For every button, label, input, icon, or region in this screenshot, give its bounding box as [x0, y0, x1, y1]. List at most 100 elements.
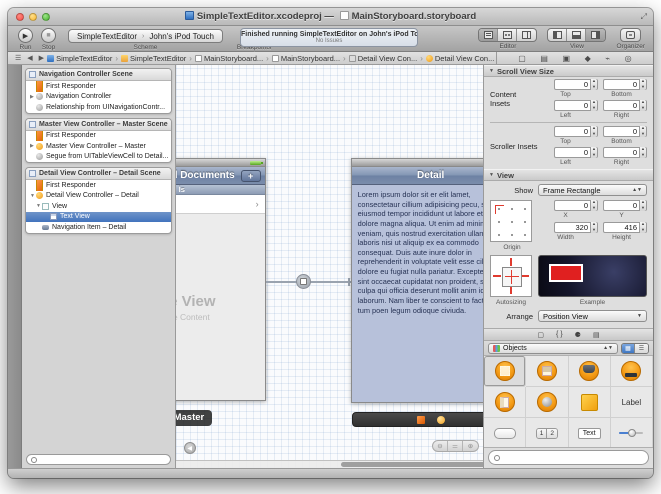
run-button[interactable]: ▶	[18, 28, 33, 43]
stepper[interactable]: ▲▼	[639, 222, 646, 233]
media-library-icon[interactable]: ▤	[593, 331, 600, 339]
stepper[interactable]: ▲▼	[639, 147, 646, 158]
view-section-header[interactable]: ▼ View	[484, 169, 653, 181]
stepper[interactable]: ▲▼	[590, 100, 597, 111]
table-section-header[interactable]: ls	[176, 185, 265, 195]
outline-item-view[interactable]: ▼View	[26, 201, 171, 212]
detail-navigation-bar[interactable]: Detail	[352, 167, 483, 185]
text-view[interactable]: Lorem ipsum dolor sit er elit lamet, con…	[352, 185, 483, 402]
utilities-toggle-button[interactable]	[586, 29, 605, 41]
scroller-inset-left-field[interactable]: 0▲▼	[554, 147, 598, 158]
arrange-popup-button[interactable]: Position View ▼	[538, 310, 647, 322]
breadcrumb-storyboard[interactable]: MainStoryboard...	[195, 54, 263, 63]
outline-item-relationship[interactable]: Relationship from UINavigationContr...	[26, 102, 171, 113]
file-template-library-icon[interactable]: ▢	[537, 331, 544, 339]
object-round-rect-button[interactable]	[484, 418, 526, 448]
outline-item-navigation-item[interactable]: Navigation Item – Detail	[26, 222, 171, 233]
view-controller-icon[interactable]	[437, 416, 445, 424]
master-scene-dock-label[interactable]: Controller – Master	[176, 410, 213, 426]
breadcrumb-view-controller[interactable]: Detail View Con...	[426, 54, 494, 63]
stepper[interactable]: ▲▼	[590, 147, 597, 158]
x-field[interactable]: 0▲▼	[554, 200, 598, 211]
back-icon[interactable]: ◀	[27, 54, 32, 62]
object-table-view-controller[interactable]	[526, 356, 568, 387]
detail-view-controller-scene[interactable]: Detail Lorem ipsum dolor sit er elit lam…	[351, 158, 483, 403]
storyboard-canvas[interactable]: d Documents + ls › ble View type Content…	[176, 65, 483, 468]
zoom-actual-icon[interactable]: ＝	[448, 441, 463, 451]
segue-icon[interactable]	[296, 274, 311, 289]
forward-icon[interactable]: ▶	[39, 54, 44, 62]
grid-view-icon[interactable]: ▦	[622, 344, 635, 353]
attributes-inspector-icon[interactable]: ◆	[585, 54, 591, 63]
outline-item-first-responder[interactable]: First Responder	[26, 131, 171, 142]
stepper[interactable]: ▲▼	[639, 126, 646, 137]
stepper[interactable]: ▲▼	[590, 222, 597, 233]
stepper[interactable]: ▲▼	[639, 200, 646, 211]
zoom-out-icon[interactable]: ⊖	[433, 441, 448, 451]
stepper[interactable]: ▲▼	[590, 79, 597, 90]
scrollbar-thumb[interactable]	[341, 462, 483, 467]
object-view-controller[interactable]	[484, 356, 526, 387]
version-editor-button[interactable]	[517, 29, 536, 41]
stop-button[interactable]: ■	[41, 28, 56, 43]
outline-item-first-responder[interactable]: First Responder	[26, 180, 171, 191]
fullscreen-icon[interactable]: ⤢	[641, 12, 647, 22]
library-popup-button[interactable]: Objects ▲▼	[488, 343, 618, 354]
breadcrumb-scene[interactable]: Detail View Con...	[349, 54, 417, 63]
scroller-inset-bottom-field[interactable]: 0▲▼	[603, 126, 647, 137]
zoom-in-icon[interactable]: ⊕	[463, 441, 478, 451]
table-view-placeholder[interactable]: ble View type Content	[176, 214, 265, 400]
height-field[interactable]: 416▲▼	[603, 222, 647, 233]
assistant-editor-button[interactable]	[498, 29, 517, 41]
object-text-field[interactable]: Text	[569, 418, 611, 448]
file-inspector-icon[interactable]: ▢	[518, 54, 526, 63]
autosizing-control[interactable]	[490, 255, 532, 297]
list-view-icon[interactable]: ☰	[635, 344, 648, 353]
connections-inspector-icon[interactable]: ◎	[625, 54, 632, 63]
breadcrumb-project[interactable]: SimpleTextEditor	[47, 54, 112, 63]
library-filter-field[interactable]	[488, 450, 649, 465]
outline-item-text-view[interactable]: Text View	[26, 212, 171, 223]
scroller-inset-right-field[interactable]: 0▲▼	[603, 147, 647, 158]
title-bar[interactable]: SimpleTextEditor.xcodeproj — MainStorybo…	[8, 8, 653, 26]
origin-selector[interactable]	[490, 200, 532, 242]
width-field[interactable]: 320▲▼	[554, 222, 598, 233]
stepper[interactable]: ▲▼	[639, 79, 646, 90]
scroll-view-size-section-header[interactable]: ▼ Scroll View Size	[484, 65, 653, 77]
outline-filter-field[interactable]	[26, 454, 171, 465]
object-generic[interactable]	[569, 387, 611, 418]
first-responder-icon[interactable]	[417, 416, 425, 424]
object-library-icon[interactable]: ⚈	[575, 331, 581, 339]
content-inset-bottom-field[interactable]: 0▲▼	[603, 79, 647, 90]
object-tab-bar-controller[interactable]	[611, 356, 653, 387]
y-field[interactable]: 0▲▼	[603, 200, 647, 211]
breadcrumb-group[interactable]: SimpleTextEditor	[121, 54, 186, 63]
standard-editor-button[interactable]	[479, 29, 498, 41]
object-navigation-controller[interactable]	[569, 356, 611, 387]
scroller-inset-top-field[interactable]: 0▲▼	[554, 126, 598, 137]
master-view-controller-scene[interactable]: d Documents + ls › ble View type Content	[176, 158, 266, 401]
scene-header[interactable]: Navigation Controller Scene	[26, 69, 171, 81]
stepper[interactable]: ▲▼	[590, 126, 597, 137]
outline-item-detail-view-controller[interactable]: ▼Detail View Controller – Detail	[26, 191, 171, 202]
object-segmented-control[interactable]: 12	[526, 418, 568, 448]
master-navigation-bar[interactable]: d Documents +	[176, 167, 265, 185]
debug-area-toggle-button[interactable]	[567, 29, 586, 41]
size-inspector-icon[interactable]: ⌁	[605, 54, 610, 63]
breadcrumb-storyboard-base[interactable]: MainStoryboard...	[272, 54, 340, 63]
content-inset-left-field[interactable]: 0▲▼	[554, 100, 598, 111]
content-inset-top-field[interactable]: 0▲▼	[554, 79, 598, 90]
object-glkit-controller[interactable]	[526, 387, 568, 418]
add-bar-button[interactable]: +	[241, 170, 261, 182]
scene-header[interactable]: Detail View Controller – Detail Scene	[26, 168, 171, 180]
outline-item-master-view-controller[interactable]: ▶Master View Controller – Master	[26, 141, 171, 152]
outline-item-segue[interactable]: Segue from UITableViewCell to Detail...	[26, 152, 171, 163]
outline-item-first-responder[interactable]: First Responder	[26, 81, 171, 92]
content-inset-right-field[interactable]: 0▲▼	[603, 100, 647, 111]
detail-scene-dock[interactable]	[352, 412, 483, 427]
identity-inspector-icon[interactable]: ▣	[562, 54, 570, 63]
object-page-view-controller[interactable]	[484, 387, 526, 418]
related-items-icon[interactable]: ☰	[15, 54, 21, 62]
hide-document-outline-button[interactable]: ◀	[184, 442, 196, 454]
table-cell[interactable]: ›	[176, 195, 265, 214]
